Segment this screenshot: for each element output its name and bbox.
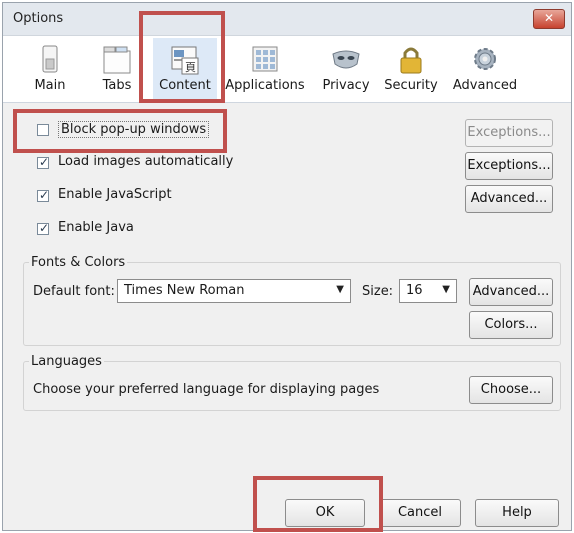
block-popups-label: Block pop-up windows xyxy=(58,121,210,138)
tab-security-label: Security xyxy=(384,78,438,93)
ok-button[interactable]: OK xyxy=(285,499,365,527)
javascript-label: Enable JavaScript xyxy=(58,187,172,202)
size-label: Size: xyxy=(362,284,394,299)
chevron-down-icon: ▼ xyxy=(442,284,450,295)
font-size-select[interactable]: 16 ▼ xyxy=(399,279,457,303)
javascript-advanced-button[interactable]: Advanced... xyxy=(465,185,553,213)
tab-content-label: Content xyxy=(159,78,211,93)
java-label: Enable Java xyxy=(58,220,134,235)
choose-language-button[interactable]: Choose... xyxy=(469,376,553,404)
tab-applications[interactable]: Applications xyxy=(225,38,305,100)
javascript-checkbox[interactable]: ✓ xyxy=(37,188,49,202)
tab-tabs[interactable]: Tabs xyxy=(93,38,141,100)
content-icon: 頁 xyxy=(171,46,199,75)
default-font-select[interactable]: Times New Roman ▼ xyxy=(117,279,351,303)
load-images-label: Load images automatically xyxy=(58,154,234,169)
tab-advanced[interactable]: Advanced xyxy=(451,38,519,100)
images-exceptions-button[interactable]: Exceptions... xyxy=(465,152,553,180)
default-font-label: Default font: xyxy=(33,284,115,299)
tab-privacy-label: Privacy xyxy=(322,78,370,93)
applications-icon xyxy=(252,46,278,72)
tabs-icon xyxy=(103,46,131,74)
java-checkbox[interactable]: ✓ xyxy=(37,221,49,235)
switch-icon xyxy=(42,45,58,73)
options-dialog: Options ✕ Main Tabs 頁 Content Applicatio… xyxy=(2,2,572,532)
tab-tabs-label: Tabs xyxy=(102,78,132,93)
tab-privacy[interactable]: Privacy xyxy=(321,38,371,100)
tab-applications-label: Applications xyxy=(225,78,305,93)
default-font-value: Times New Roman xyxy=(124,283,245,298)
fonts-advanced-button[interactable]: Advanced... xyxy=(469,278,553,306)
block-popups-checkbox[interactable] xyxy=(37,124,49,136)
tab-main-label: Main xyxy=(34,78,66,93)
fonts-colors-title: Fonts & Colors xyxy=(29,255,128,270)
font-size-value: 16 xyxy=(406,283,423,298)
languages-title: Languages xyxy=(29,354,104,369)
colors-button[interactable]: Colors... xyxy=(469,311,553,339)
cancel-button[interactable]: Cancel xyxy=(379,499,461,527)
popup-exceptions-button[interactable]: Exceptions... xyxy=(465,119,553,147)
lock-icon xyxy=(400,47,422,74)
mask-icon xyxy=(332,50,360,69)
chevron-down-icon: ▼ xyxy=(336,284,344,295)
svg-text:頁: 頁 xyxy=(185,61,196,74)
tab-toolbar: Main Tabs 頁 Content Applications Privacy… xyxy=(3,36,571,103)
tab-security[interactable]: Security xyxy=(383,38,439,100)
tab-advanced-label: Advanced xyxy=(452,78,518,93)
tab-content[interactable]: 頁 Content xyxy=(153,38,217,100)
close-button[interactable]: ✕ xyxy=(533,9,565,29)
window-title: Options xyxy=(13,11,64,26)
languages-description: Choose your preferred language for displ… xyxy=(33,382,380,397)
help-button[interactable]: Help xyxy=(475,499,559,527)
title-bar: Options ✕ xyxy=(3,3,571,36)
gear-icon xyxy=(474,48,496,70)
tab-main[interactable]: Main xyxy=(27,38,73,100)
load-images-checkbox[interactable]: ✓ xyxy=(37,155,49,169)
